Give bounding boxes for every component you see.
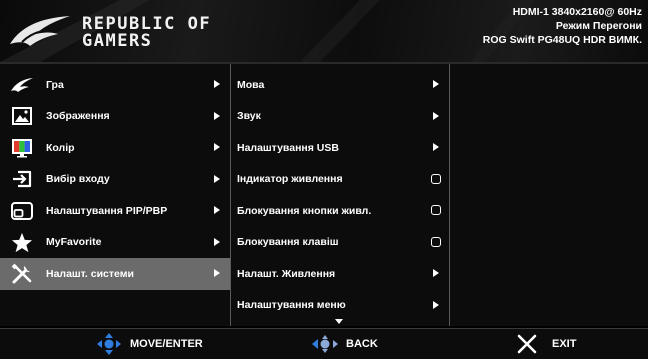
submenu-item-label: Налаштування USB — [237, 141, 339, 154]
chevron-right-icon — [433, 269, 439, 277]
submenu-item-language[interactable]: Мова — [231, 69, 449, 101]
menu-item-color[interactable]: Колір — [0, 132, 230, 164]
color-icon — [10, 136, 34, 160]
menu-item-label: Колір — [46, 141, 75, 154]
exit-label: EXIT — [552, 338, 577, 350]
chevron-right-icon — [214, 143, 220, 151]
chevron-right-icon — [214, 237, 220, 246]
menu-item-game[interactable]: Гра — [0, 69, 230, 101]
game-mode-info: Режим Перегони — [555, 20, 642, 32]
submenu-item-menu-settings[interactable]: Налаштування меню — [231, 290, 449, 322]
back-hint[interactable]: BACK — [310, 329, 378, 359]
main-menu: Гра Зображення Колір Вибір входу Налашту… — [0, 64, 231, 326]
scroll-down-icon[interactable] — [335, 319, 343, 324]
menu-item-label: Вибір входу — [46, 173, 110, 186]
detail-panel — [450, 64, 648, 326]
submenu-item-power-indicator[interactable]: Індикатор живлення — [231, 164, 449, 196]
pip-icon — [10, 199, 34, 223]
image-icon — [10, 104, 34, 128]
submenu-item-label: Мова — [237, 78, 265, 91]
submenu-item-power-key-lock[interactable]: Блокування кнопки живл. — [231, 195, 449, 227]
menu-item-label: Зображення — [46, 110, 110, 123]
submenu-item-label: Звук — [237, 110, 261, 123]
brand-line-2: GAMERS — [82, 31, 153, 51]
menu-item-label: Налашт. системи — [46, 267, 134, 280]
submenu-item-usb-setup[interactable]: Налаштування USB — [231, 132, 449, 164]
menu-item-myfavorite[interactable]: MyFavorite — [0, 227, 230, 259]
chevron-right-icon — [214, 174, 220, 183]
star-icon — [10, 230, 34, 254]
rog-logo-icon — [10, 16, 70, 46]
submenu-item-label: Індикатор живлення — [237, 173, 343, 186]
osd-footer: MOVE/ENTER BACK EXIT — [0, 328, 648, 359]
menu-item-pip-pbp[interactable]: Налаштування PIP/PBP — [0, 195, 230, 227]
back-label: BACK — [346, 338, 378, 350]
chevron-right-icon — [433, 111, 439, 120]
submenu-item-label: Блокування клавіш — [237, 236, 339, 249]
submenu-item-label: Налаштування меню — [237, 299, 346, 312]
chevron-right-icon — [214, 269, 220, 277]
system-setup-submenu: Мова Звук Налаштування USB Індикатор жив… — [231, 64, 450, 326]
submenu-item-label: Налашт. Живлення — [237, 267, 336, 280]
exit-hint[interactable]: EXIT — [516, 329, 576, 359]
key-lock-checkbox[interactable] — [431, 236, 441, 247]
status-info: HDMI-1 3840x2160@ 60Hz Режим Перегони RO… — [483, 5, 642, 47]
joystick-left-icon — [312, 335, 338, 353]
chevron-right-icon — [433, 300, 439, 309]
move-enter-hint[interactable]: MOVE/ENTER — [94, 329, 203, 359]
submenu-item-power-settings[interactable]: Налашт. Живлення — [231, 258, 449, 290]
move-enter-label: MOVE/ENTER — [130, 338, 203, 350]
menu-item-label: Налаштування PIP/PBP — [46, 204, 168, 217]
close-icon — [517, 334, 537, 354]
menu-item-image[interactable]: Зображення — [0, 101, 230, 133]
input-icon — [10, 167, 34, 191]
submenu-item-key-lock[interactable]: Блокування клавіш — [231, 227, 449, 259]
osd-menu: REPUBLIC OF GAMERS HDMI-1 3840x2160@ 60H… — [0, 0, 648, 359]
model-hdr-info: ROG Swift PG48UQ HDR ВИМК. — [482, 34, 642, 46]
brand-logo-text: REPUBLIC OF GAMERS — [82, 16, 211, 50]
chevron-right-icon — [214, 111, 220, 120]
chevron-right-icon — [214, 80, 220, 88]
chevron-right-icon — [433, 80, 439, 88]
osd-header: REPUBLIC OF GAMERS HDMI-1 3840x2160@ 60H… — [0, 0, 648, 64]
joystick-move-icon — [97, 333, 121, 355]
wrench-screwdriver-icon — [10, 262, 34, 286]
submenu-item-label: Блокування кнопки живл. — [237, 204, 372, 217]
power-indicator-checkbox[interactable] — [431, 173, 441, 184]
menu-item-label: Гра — [46, 78, 64, 91]
power-key-lock-checkbox[interactable] — [431, 205, 441, 215]
rog-eye-icon — [10, 73, 34, 97]
menu-item-label: MyFavorite — [46, 236, 102, 249]
menu-item-system-setup[interactable]: Налашт. системи — [0, 258, 230, 290]
chevron-right-icon — [214, 206, 220, 214]
menu-item-input-select[interactable]: Вибір входу — [0, 164, 230, 196]
submenu-item-sound[interactable]: Звук — [231, 101, 449, 133]
input-resolution-info: HDMI-1 3840x2160@ 60Hz — [512, 6, 642, 18]
chevron-right-icon — [433, 143, 439, 151]
